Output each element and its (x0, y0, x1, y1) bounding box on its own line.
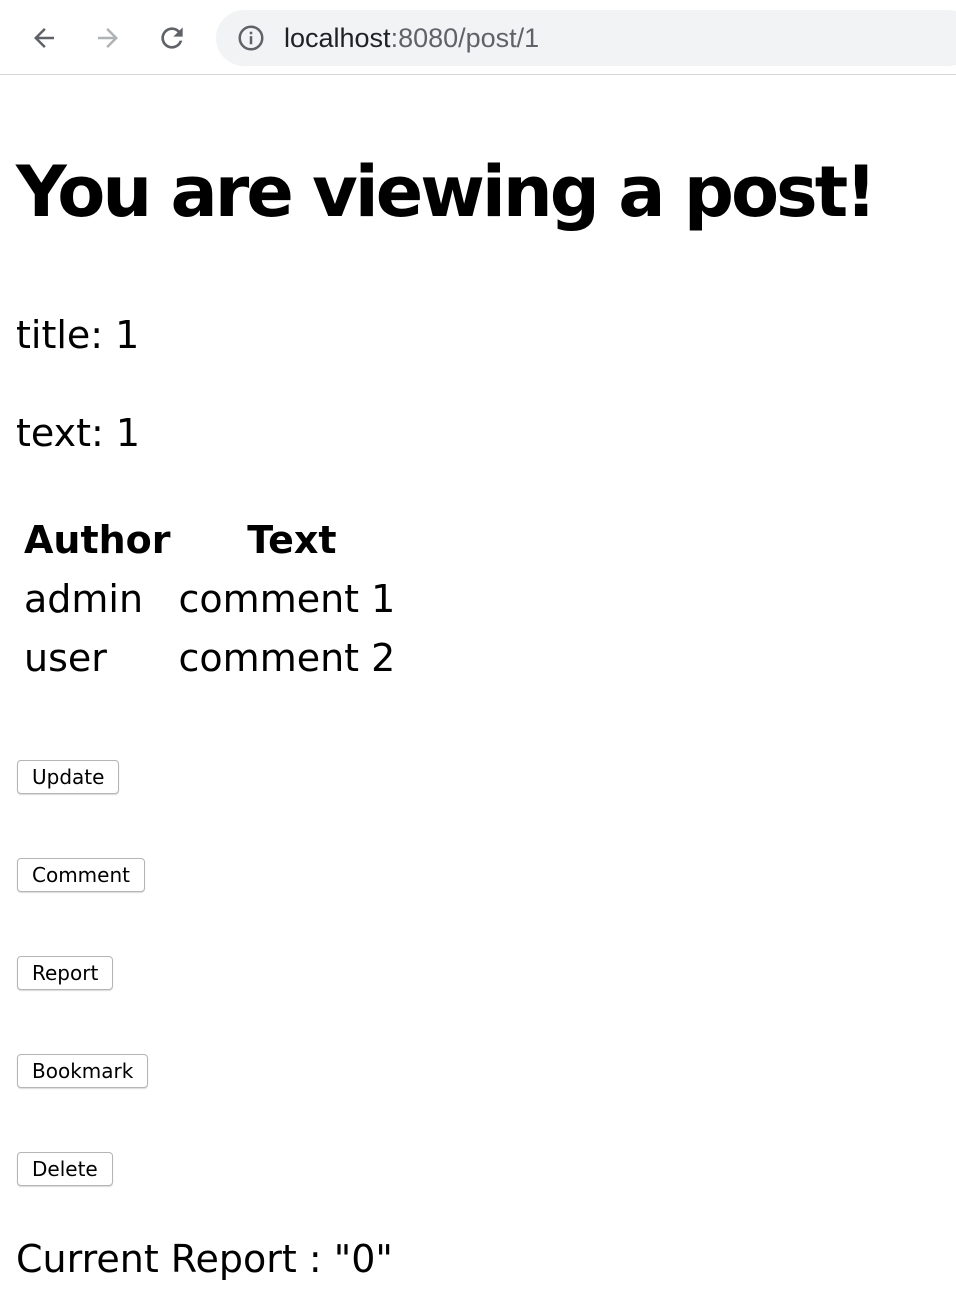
forward-button[interactable] (88, 18, 128, 58)
url-path: :8080/post/1 (390, 22, 540, 53)
report-button[interactable]: Report (17, 956, 114, 990)
table-row: user comment 2 (22, 632, 407, 685)
arrow-left-icon (34, 28, 54, 48)
comment-author: user (24, 636, 107, 681)
url-text: localhost:8080/post/1 (284, 23, 539, 54)
bookmark-button[interactable]: Bookmark (17, 1054, 149, 1088)
header-author: Author (24, 518, 171, 562)
update-button[interactable]: Update (17, 760, 120, 794)
arrow-right-icon (98, 28, 118, 48)
delete-button[interactable]: Delete (17, 1152, 113, 1186)
url-host: localhost (284, 22, 391, 53)
address-bar[interactable]: localhost:8080/post/1 (216, 10, 956, 66)
comment-text: comment 2 (178, 636, 396, 681)
current-report-status: Current Report : "0" (16, 1237, 393, 1281)
header-text: Text (247, 518, 337, 562)
info-icon[interactable] (236, 23, 266, 53)
table-row: admin comment 1 (22, 573, 407, 626)
browser-toolbar: localhost:8080/post/1 (0, 0, 956, 75)
reload-icon (161, 27, 183, 49)
back-button[interactable] (24, 18, 64, 58)
comments-table: Author Text admin comment 1 user comment… (18, 508, 411, 692)
table-header-row: Author Text (22, 514, 407, 567)
page-title: You are viewing a post! (16, 151, 877, 233)
post-title: title: 1 (16, 313, 140, 357)
reload-button[interactable] (152, 18, 192, 58)
comment-text: comment 1 (178, 577, 396, 622)
post-text: text: 1 (16, 411, 141, 455)
comment-button[interactable]: Comment (17, 858, 145, 892)
comment-author: admin (24, 577, 144, 622)
